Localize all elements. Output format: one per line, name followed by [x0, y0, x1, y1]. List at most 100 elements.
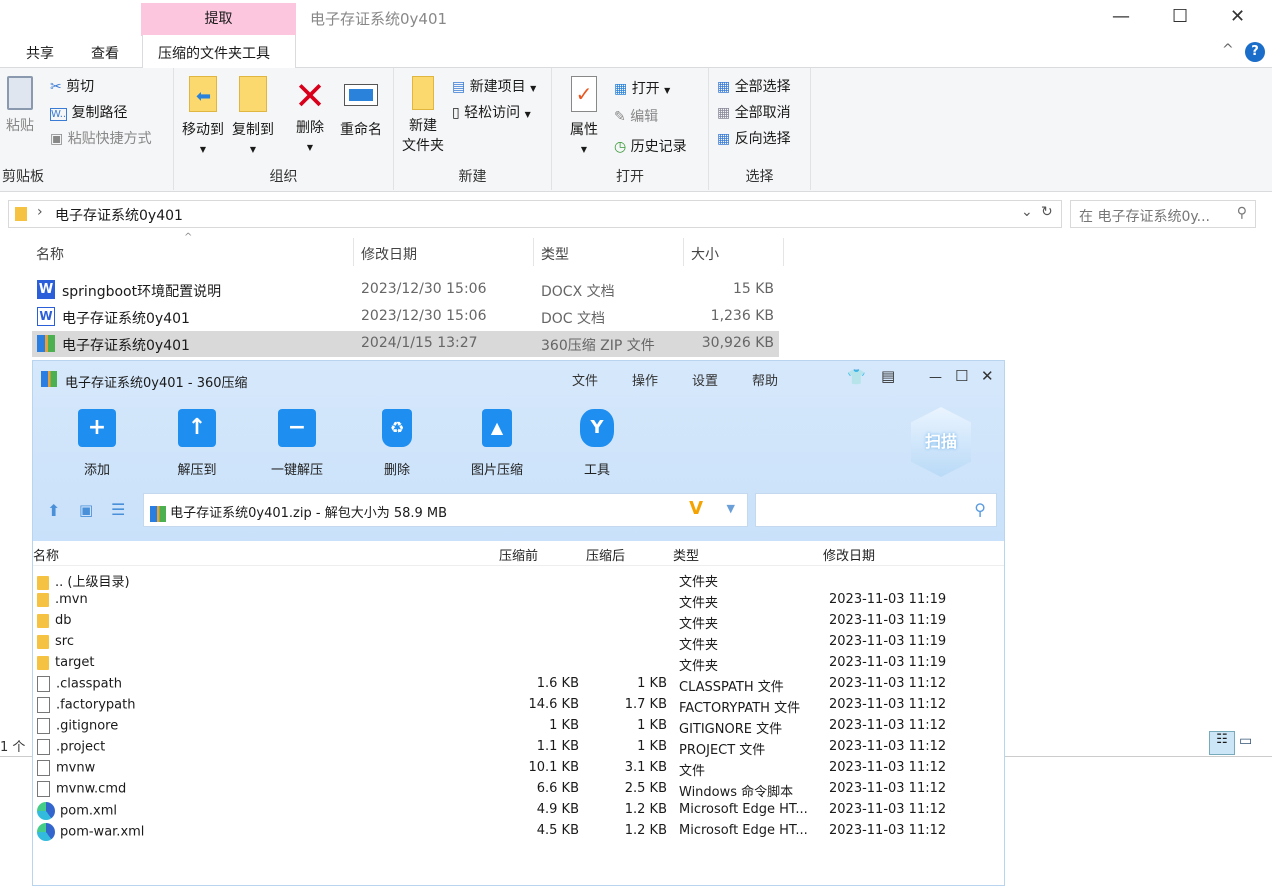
zip-file-row[interactable]: .mvn 文件夹 2023-11-03 11:19 — [33, 590, 1004, 611]
paste-button[interactable]: 粘贴 — [2, 76, 38, 136]
file-row[interactable]: W 电子存证系统0y401 2023/12/30 15:06 DOC 文档 1,… — [32, 304, 779, 330]
rename-button[interactable]: 重命名 — [336, 76, 386, 140]
tab-share[interactable]: 共享 — [26, 43, 54, 63]
tool-delete[interactable]: ♻ 删除 — [357, 409, 437, 478]
zip-file-row[interactable]: pom.xml 4.9 KB 1.2 KB Microsoft Edge HT.… — [33, 800, 1004, 821]
zip-row-name: src — [55, 634, 74, 649]
zip-search-input[interactable]: ⚲ — [755, 493, 997, 527]
zip-file-row[interactable]: .. (上级目录) 文件夹 — [33, 569, 1004, 590]
new-item-button[interactable]: ▤ 新建项目 ▼ — [452, 76, 536, 96]
menu-help[interactable]: 帮助 — [752, 370, 778, 389]
open-button[interactable]: ▦ 打开 ▼ — [614, 78, 670, 98]
easy-access-button[interactable]: ▯ 轻松访问 ▼ — [452, 102, 531, 122]
skin-shirt-icon[interactable]: 👕 — [847, 368, 866, 386]
zip-file-row[interactable]: .project 1.1 KB 1 KB PROJECT 文件 2023-11-… — [33, 737, 1004, 758]
zip-column-before[interactable]: 压缩前 — [499, 545, 538, 564]
scan-button[interactable]: 扫描 — [911, 407, 971, 477]
zip-file-row[interactable]: src 文件夹 2023-11-03 11:19 — [33, 632, 1004, 653]
zip-row-name: pom.xml — [60, 803, 117, 819]
column-name[interactable]: 名称 — [36, 244, 64, 264]
copy-path-button[interactable]: W.. 复制路径 — [50, 102, 128, 122]
history-dropdown-icon[interactable]: ⌄ — [1021, 204, 1033, 220]
zip-row-before: 4.9 KB — [536, 802, 579, 817]
minimize-button[interactable]: — — [1112, 6, 1130, 27]
list-view-icon[interactable]: ☰ — [111, 500, 125, 519]
large-icons-view-button[interactable]: ▭ — [1239, 733, 1252, 749]
close-button[interactable]: ✕ — [1230, 6, 1245, 27]
select-none-button[interactable]: ▦ 全部取消 — [717, 102, 791, 122]
paste-shortcut-button[interactable]: ▣ 粘贴快捷方式 — [50, 128, 152, 148]
zip-column-date[interactable]: 修改日期 — [823, 545, 875, 564]
tab-view[interactable]: 查看 — [91, 43, 119, 63]
zip-row-name: .mvn — [55, 592, 88, 607]
refresh-icon[interactable]: ↻ — [1041, 204, 1053, 220]
maximize-button[interactable]: ☐ — [1172, 6, 1188, 27]
zip-maximize-button[interactable]: ☐ — [955, 367, 968, 385]
zip-row-name: db — [55, 613, 72, 628]
zip-row-date: 2023-11-03 11:12 — [829, 760, 947, 775]
details-view-button[interactable]: ☷ — [1209, 731, 1235, 755]
copy-to-button[interactable]: 复制到 ▼ — [228, 76, 278, 160]
scan-label: 扫描 — [924, 432, 957, 451]
delete-button[interactable]: ✕ 删除 ▼ — [290, 74, 330, 158]
zip-file-row[interactable]: db 文件夹 2023-11-03 11:19 — [33, 611, 1004, 632]
edit-button[interactable]: ✎ 编辑 — [614, 106, 658, 126]
zip-row-after: 1.2 KB — [624, 823, 667, 838]
select-all-button[interactable]: ▦ 全部选择 — [717, 76, 791, 96]
tool-add[interactable]: + 添加 — [57, 409, 137, 478]
zip-row-before: 4.5 KB — [536, 823, 579, 838]
zip-file-row[interactable]: target 文件夹 2023-11-03 11:19 — [33, 653, 1004, 674]
zip-file-row[interactable]: .classpath 1.6 KB 1 KB CLASSPATH 文件 2023… — [33, 674, 1004, 695]
tool-tools[interactable]: Y 工具 — [557, 409, 637, 478]
zip-column-type[interactable]: 类型 — [673, 545, 699, 564]
group-open: ✓ 属性 ▼ ▦ 打开 ▼ ✎ 编辑 ◷ 历史记录 打开 — [552, 68, 709, 190]
zip-column-name[interactable]: 名称 — [33, 545, 59, 564]
zip-row-type: FACTORYPATH 文件 — [679, 701, 801, 716]
address-bar[interactable]: › 电子存证系统0y401 ⌄ ↻ — [8, 200, 1062, 228]
tool-extract-to[interactable]: ↑ 解压到 — [157, 409, 237, 478]
column-type[interactable]: 类型 — [541, 244, 569, 264]
new-folder-button[interactable]: 新建 文件夹 — [398, 76, 448, 156]
open-label: 打开 — [631, 81, 660, 97]
delete-x-icon: ✕ — [294, 74, 326, 118]
tool-image-compress[interactable]: ▲ 图片压缩 — [457, 409, 537, 478]
thumbnail-view-icon[interactable]: ▣ — [79, 501, 93, 519]
context-tab-extract[interactable]: 提取 — [141, 3, 296, 36]
zip-row-before: 14.6 KB — [528, 697, 579, 712]
zip-minimize-button[interactable]: — — [929, 370, 942, 385]
feedback-icon[interactable]: ▤ — [881, 367, 895, 385]
zip-file-row[interactable]: .gitignore 1 KB 1 KB GITIGNORE 文件 2023-1… — [33, 716, 1004, 737]
tab-compressed-tools[interactable]: 压缩的文件夹工具 — [142, 35, 296, 68]
column-date[interactable]: 修改日期 — [361, 244, 417, 264]
zip-file-row[interactable]: pom-war.xml 4.5 KB 1.2 KB Microsoft Edge… — [33, 821, 1004, 842]
folder-icon — [15, 207, 27, 221]
cut-button[interactable]: ✂ 剪切 — [50, 76, 94, 96]
help-icon[interactable]: ? — [1245, 42, 1265, 62]
zip-file-row[interactable]: mvnw 10.1 KB 3.1 KB 文件 2023-11-03 11:12 — [33, 758, 1004, 779]
zip-close-button[interactable]: ✕ — [981, 367, 994, 385]
invert-selection-button[interactable]: ▦ 反向选择 — [717, 128, 791, 148]
menu-operate[interactable]: 操作 — [632, 370, 658, 389]
properties-button[interactable]: ✓ 属性 ▼ — [564, 76, 604, 160]
menu-settings[interactable]: 设置 — [692, 370, 718, 389]
breadcrumb-current[interactable]: 电子存证系统0y401 — [55, 205, 183, 225]
tool-one-click-extract[interactable]: − 一键解压 — [257, 409, 337, 478]
search-placeholder: 在 电子存证系统0y... — [1079, 209, 1210, 225]
menu-file[interactable]: 文件 — [572, 370, 598, 389]
history-button[interactable]: ◷ 历史记录 — [614, 136, 687, 156]
move-to-button[interactable]: ⬅ 移动到 ▼ — [178, 76, 228, 160]
zip-file-row[interactable]: mvnw.cmd 6.6 KB 2.5 KB Windows 命令脚本 2023… — [33, 779, 1004, 800]
zip-file-row[interactable]: .factorypath 14.6 KB 1.7 KB FACTORYPATH … — [33, 695, 1004, 716]
file-row-selected[interactable]: 电子存证系统0y401 2024/1/15 13:27 360压缩 ZIP 文件… — [32, 331, 779, 357]
chevron-up-icon[interactable]: ^ — [1222, 42, 1234, 58]
address-dropdown-icon[interactable]: ▼ — [727, 502, 735, 515]
zip-row-date: 2023-11-03 11:12 — [829, 697, 947, 712]
file-row[interactable]: W springboot环境配置说明 2023/12/30 15:06 DOCX… — [32, 277, 779, 303]
select-none-icon: ▦ — [717, 105, 731, 121]
zip-column-after[interactable]: 压缩后 — [586, 545, 625, 564]
zip-address-bar[interactable]: 电子存证系统0y401.zip - 解包大小为 58.9 MB V ▼ — [143, 493, 748, 527]
up-level-icon[interactable]: ⬆ — [47, 501, 60, 520]
zip-row-date: 2023-11-03 11:12 — [829, 718, 947, 733]
search-box[interactable]: 在 电子存证系统0y... ⚲ — [1070, 200, 1256, 228]
column-size[interactable]: 大小 — [691, 244, 719, 264]
